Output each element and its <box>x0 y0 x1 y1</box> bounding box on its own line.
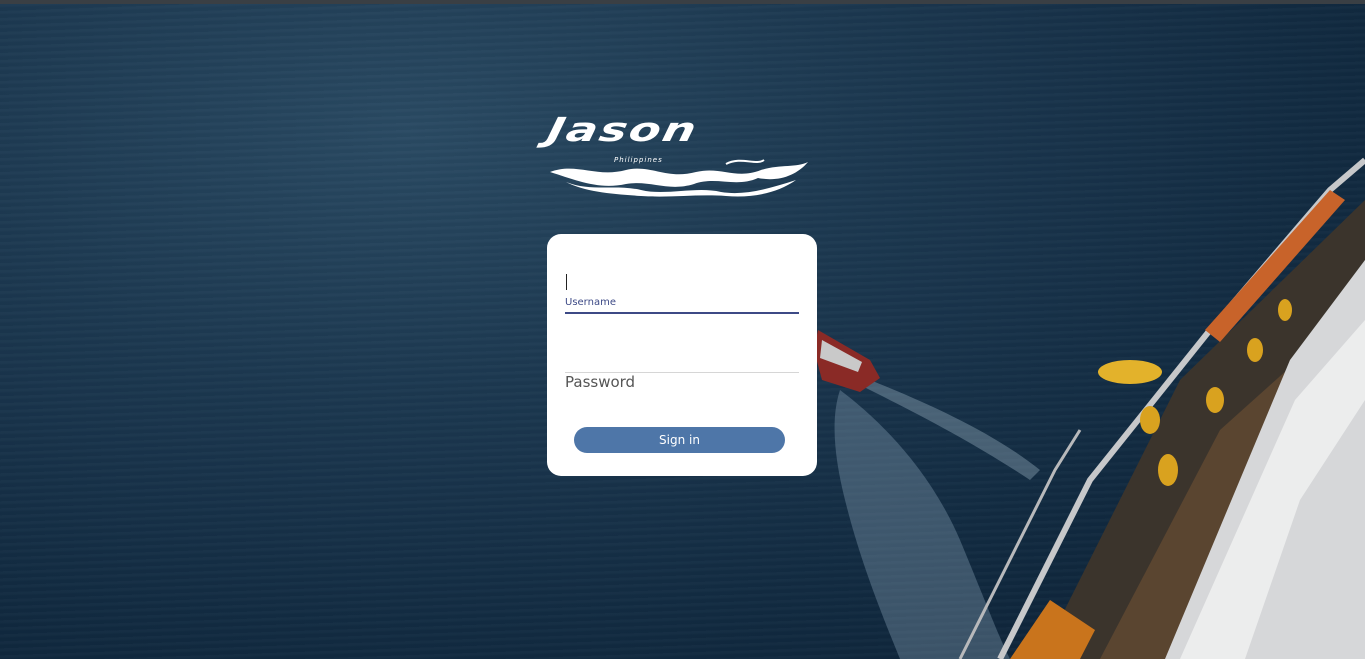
username-label: Username <box>565 297 616 308</box>
tender-boat <box>814 330 880 392</box>
sign-in-button[interactable]: Sign in <box>574 427 785 453</box>
login-card: Username Password Sign in <box>547 234 817 476</box>
wave-icon <box>550 159 808 197</box>
logo-wordmark: Jason <box>543 110 702 149</box>
username-input[interactable] <box>565 272 799 294</box>
password-label: Password <box>565 373 636 391</box>
password-field[interactable] <box>565 346 799 373</box>
jason-logo: Jason Philippines <box>544 110 812 198</box>
login-page: Jason Philippines Username Password Sign… <box>0 0 1365 659</box>
password-input[interactable] <box>565 346 799 370</box>
text-caret <box>566 274 567 290</box>
username-field[interactable]: Username <box>565 272 799 314</box>
